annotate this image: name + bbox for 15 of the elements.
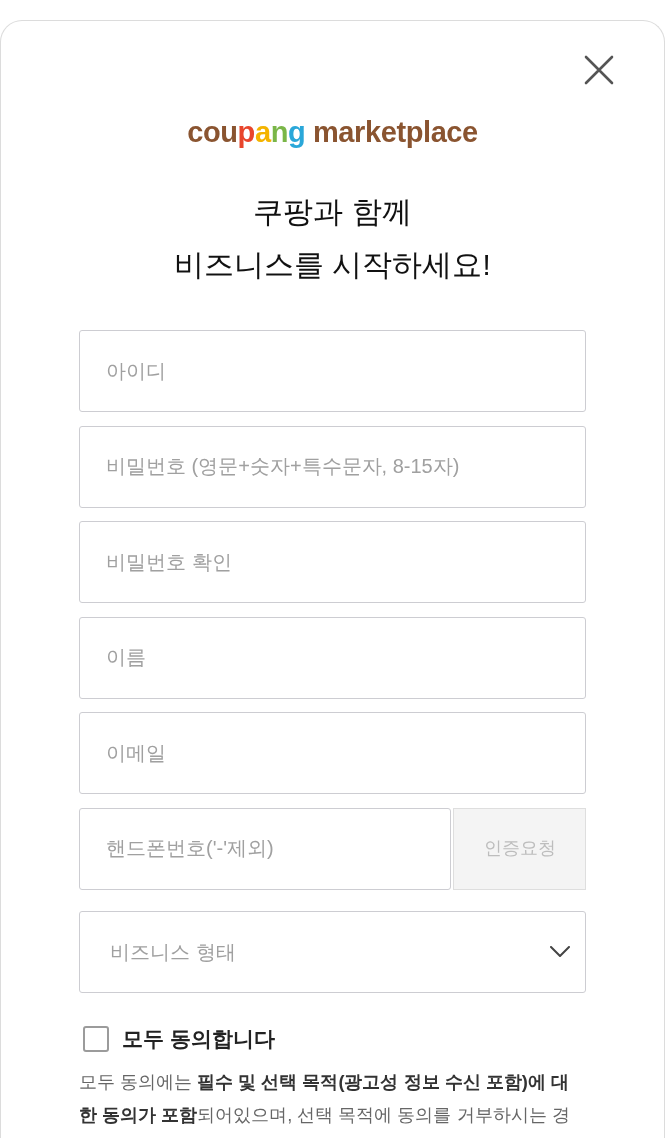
phone-field[interactable]: 핸드폰번호('-'제외)	[79, 807, 451, 890]
username-field[interactable]: 아이디	[79, 330, 586, 412]
business-type-select[interactable]: 비즈니스 형태	[79, 910, 586, 993]
consent-notice: 모두 동의에는 필수 및 선택 목적(광고성 정보 수신 포함)에 대한 동의가 포함되어있으며, 선택 목적에 동의를 거부하시는 경	[79, 1070, 571, 1128]
close-icon	[584, 55, 614, 85]
checkbox[interactable]	[83, 1025, 109, 1052]
close-button[interactable]	[584, 55, 614, 85]
chevron-down-icon	[550, 946, 570, 958]
agree-all-label: 모두 동의합니다	[122, 1025, 275, 1052]
logo: coupang marketplace	[187, 115, 478, 150]
headline: 쿠팡과 함께 비즈니스를 시작하세요!	[174, 194, 491, 283]
password-field[interactable]: 비밀번호 (영문+숫자+특수문자, 8-15자)	[79, 425, 586, 508]
password-confirm-field[interactable]: 비밀번호 확인	[79, 521, 586, 604]
email-field[interactable]: 이메일	[79, 712, 586, 795]
name-field[interactable]: 이름	[79, 616, 586, 699]
